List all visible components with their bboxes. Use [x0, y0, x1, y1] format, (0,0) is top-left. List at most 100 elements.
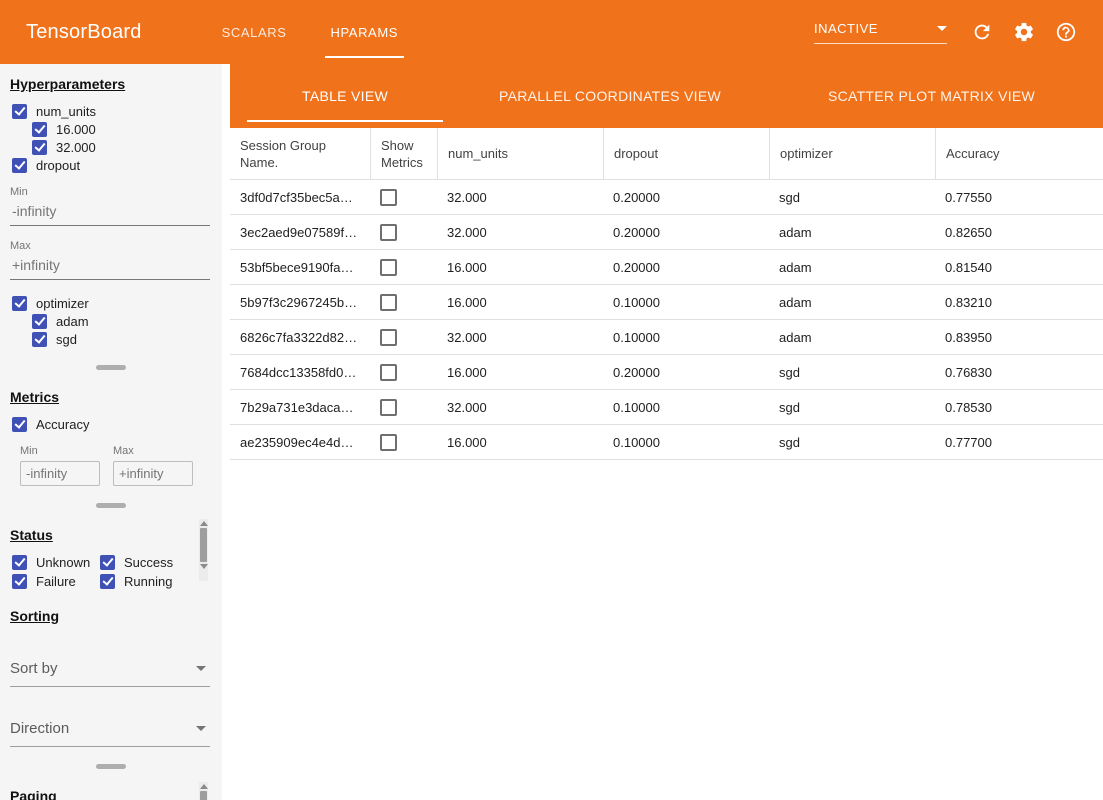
num-units-value: 16.000	[437, 260, 603, 275]
table-header-row: Session Group Name. Show Metrics num_uni…	[230, 128, 1103, 180]
dropout-value: 0.20000	[603, 225, 769, 240]
accuracy-value: 0.82650	[935, 225, 1103, 240]
pane-resize-handle[interactable]	[96, 503, 126, 508]
hparams-sidebar: Hyperparameters num_units 16.000 32.000 …	[0, 64, 222, 800]
accuracy-value: 0.81540	[935, 260, 1103, 275]
show-metrics-checkbox[interactable]	[380, 189, 397, 206]
hparam-num-units-row: num_units	[12, 102, 210, 120]
scrollbar-thumb[interactable]	[200, 528, 207, 562]
tab-hparams[interactable]: HPARAMS	[309, 0, 421, 64]
pane-resize-handle[interactable]	[96, 365, 126, 370]
scroll-up-icon[interactable]	[200, 784, 208, 789]
hparams-main: TABLE VIEW PARALLEL COORDINATES VIEW SCA…	[230, 64, 1103, 800]
optimizer-sgd-label: sgd	[56, 332, 77, 347]
table-row: 6826c7fa3322d82… 32.000 0.10000 adam 0.8…	[230, 320, 1103, 355]
num-units-16-label: 16.000	[56, 122, 96, 137]
metrics-heading: Metrics	[10, 389, 210, 405]
scroll-up-icon[interactable]	[200, 521, 208, 526]
session-group-name: 6826c7fa3322d82…	[230, 330, 370, 345]
col-dropout: dropout	[603, 128, 769, 179]
optimizer-adam-checkbox[interactable]	[32, 314, 47, 329]
tab-table-view[interactable]: TABLE VIEW	[230, 64, 460, 128]
num-units-32-checkbox[interactable]	[32, 140, 47, 155]
show-metrics-checkbox[interactable]	[380, 434, 397, 451]
metric-accuracy-row: Accuracy	[12, 415, 210, 433]
hparam-value-row: 16.000	[32, 120, 210, 138]
tab-scalars[interactable]: SCALARS	[200, 0, 309, 64]
scroll-down-icon[interactable]	[200, 564, 208, 569]
dropout-max-input[interactable]	[10, 257, 210, 280]
direction-label: Direction	[10, 720, 69, 737]
table-row: 7b29a731e3daca… 32.000 0.10000 sgd 0.785…	[230, 390, 1103, 425]
show-metrics-checkbox[interactable]	[380, 294, 397, 311]
hparam-value-row: adam	[32, 312, 210, 330]
refresh-button[interactable]	[971, 20, 995, 44]
caret-down-icon	[937, 26, 947, 31]
session-group-name: 3df0d7cf35bec5a…	[230, 190, 370, 205]
status-scrollbar[interactable]	[199, 519, 208, 581]
metric-min-label: Min	[20, 445, 100, 457]
status-unknown-row: Unknown	[12, 553, 98, 571]
show-metrics-checkbox[interactable]	[380, 329, 397, 346]
accuracy-value: 0.83210	[935, 295, 1103, 310]
paging-scrollbar[interactable]	[199, 782, 208, 800]
direction-dropdown[interactable]: Direction	[10, 720, 210, 747]
status-running-checkbox[interactable]	[100, 574, 115, 589]
session-group-name: 53bf5bece9190fa…	[230, 260, 370, 275]
status-failure-checkbox[interactable]	[12, 574, 27, 589]
status-success-checkbox[interactable]	[100, 555, 115, 570]
table-row: 7684dcc13358fd0… 16.000 0.20000 sgd 0.76…	[230, 355, 1103, 390]
dropout-min-input[interactable]	[10, 203, 210, 226]
num-units-value: 16.000	[437, 365, 603, 380]
run-status-dropdown[interactable]: INACTIVE	[814, 21, 947, 44]
session-group-name: 5b97f3c2967245b…	[230, 295, 370, 310]
accuracy-checkbox[interactable]	[12, 417, 27, 432]
view-tabs: TABLE VIEW PARALLEL COORDINATES VIEW SCA…	[230, 64, 1103, 128]
num-units-value: 32.000	[437, 190, 603, 205]
num-units-value: 32.000	[437, 330, 603, 345]
show-metrics-checkbox[interactable]	[380, 259, 397, 276]
accuracy-label: Accuracy	[36, 417, 89, 432]
sort-by-dropdown[interactable]: Sort by	[10, 660, 210, 687]
show-metrics-checkbox[interactable]	[380, 364, 397, 381]
pane-resize-handle[interactable]	[96, 764, 126, 769]
num-units-16-checkbox[interactable]	[32, 122, 47, 137]
metric-max-input[interactable]	[113, 461, 193, 486]
sorting-heading: Sorting	[10, 608, 210, 624]
metric-min-field: Min	[20, 445, 100, 486]
status-heading: Status	[10, 527, 210, 543]
col-accuracy: Accuracy	[935, 128, 1103, 179]
num-units-value: 32.000	[437, 225, 603, 240]
show-metrics-checkbox[interactable]	[380, 224, 397, 241]
metric-min-input[interactable]	[20, 461, 100, 486]
hyperparameters-heading: Hyperparameters	[10, 76, 210, 92]
metrics-pane: Metrics Accuracy Min Max	[0, 379, 222, 494]
num-units-checkbox[interactable]	[12, 104, 27, 119]
hparam-value-row: sgd	[32, 330, 210, 348]
help-icon	[1055, 21, 1077, 43]
col-session-group-name: Session Group Name.	[230, 128, 370, 179]
caret-down-icon	[196, 666, 206, 671]
scrollbar-thumb[interactable]	[200, 791, 207, 800]
dropout-value: 0.10000	[603, 295, 769, 310]
dropout-min-field: Min	[10, 186, 210, 226]
dropout-value: 0.10000	[603, 400, 769, 415]
session-groups-table: Session Group Name. Show Metrics num_uni…	[230, 128, 1103, 800]
help-button[interactable]	[1055, 20, 1079, 44]
show-metrics-checkbox[interactable]	[380, 399, 397, 416]
settings-button[interactable]	[1013, 20, 1037, 44]
num-units-value: 32.000	[437, 400, 603, 415]
tab-parallel-coordinates-view[interactable]: PARALLEL COORDINATES VIEW	[460, 64, 760, 128]
dropout-min-label: Min	[10, 186, 210, 198]
metric-max-label: Max	[113, 445, 193, 457]
dropout-checkbox[interactable]	[12, 158, 27, 173]
status-pane: Status Unknown Success Failure	[0, 517, 222, 598]
status-success-row: Success	[100, 553, 210, 571]
session-group-name: 3ec2aed9e07589f…	[230, 225, 370, 240]
status-unknown-checkbox[interactable]	[12, 555, 27, 570]
paging-pane: Paging Number of matching session groups…	[0, 778, 222, 800]
optimizer-sgd-checkbox[interactable]	[32, 332, 47, 347]
tab-scatter-plot-matrix-view[interactable]: SCATTER PLOT MATRIX VIEW	[760, 64, 1103, 128]
optimizer-value: adam	[769, 295, 935, 310]
optimizer-checkbox[interactable]	[12, 296, 27, 311]
